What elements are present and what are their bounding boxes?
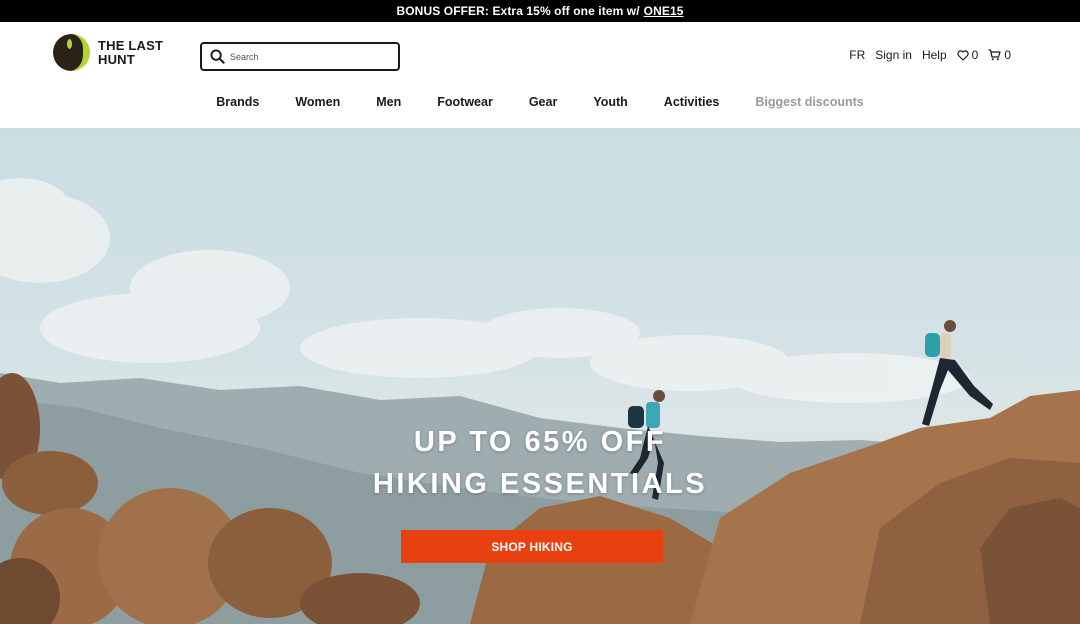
cart-button[interactable]: 0 [988, 48, 1011, 62]
nav-gear[interactable]: Gear [529, 95, 558, 109]
hero-headline-line1: UP TO 65% OFF [413, 426, 667, 458]
logo-wordmark: THE LAST HUNT [98, 37, 164, 67]
promo-text: BONUS OFFER: Extra 15% off one item w/ [396, 4, 640, 18]
wishlist-count: 0 [971, 48, 979, 62]
nav-men[interactable]: Men [376, 95, 401, 109]
heart-icon [956, 49, 969, 61]
wishlist-button[interactable]: 0 [956, 48, 979, 62]
logo-icon [53, 34, 90, 71]
site-header: THE LAST HUNT FR Sign in Help 0 0 Br [0, 22, 1080, 128]
hero-banner: UP TO 65% OFF HIKING ESSENTIALS SHOP HIK… [0, 128, 1080, 624]
sign-in-link[interactable]: Sign in [875, 48, 912, 62]
cart-icon [988, 49, 1001, 61]
help-link[interactable]: Help [922, 48, 947, 62]
search-icon [210, 49, 225, 64]
nav-brands[interactable]: Brands [216, 95, 259, 109]
nav-women[interactable]: Women [295, 95, 340, 109]
search-input[interactable] [230, 51, 390, 62]
nav-footwear[interactable]: Footwear [437, 95, 493, 109]
main-nav: Brands Women Men Footwear Gear Youth Act… [0, 95, 1080, 109]
cart-count: 0 [1004, 48, 1011, 62]
nav-activities[interactable]: Activities [664, 95, 720, 109]
language-toggle[interactable]: FR [849, 48, 865, 62]
promo-code-link[interactable]: ONE15 [644, 4, 684, 18]
utility-nav: FR Sign in Help 0 0 [839, 48, 1011, 62]
search-box [200, 42, 400, 71]
nav-youth[interactable]: Youth [593, 95, 627, 109]
nav-biggest-discounts[interactable]: Biggest discounts [755, 95, 863, 109]
promo-bar: BONUS OFFER: Extra 15% off one item w/ O… [0, 0, 1080, 22]
shop-hiking-button[interactable]: SHOP HIKING [401, 530, 663, 563]
hero-headline-line2: HIKING ESSENTIALS [372, 468, 708, 500]
logo[interactable]: THE LAST HUNT [53, 34, 163, 71]
